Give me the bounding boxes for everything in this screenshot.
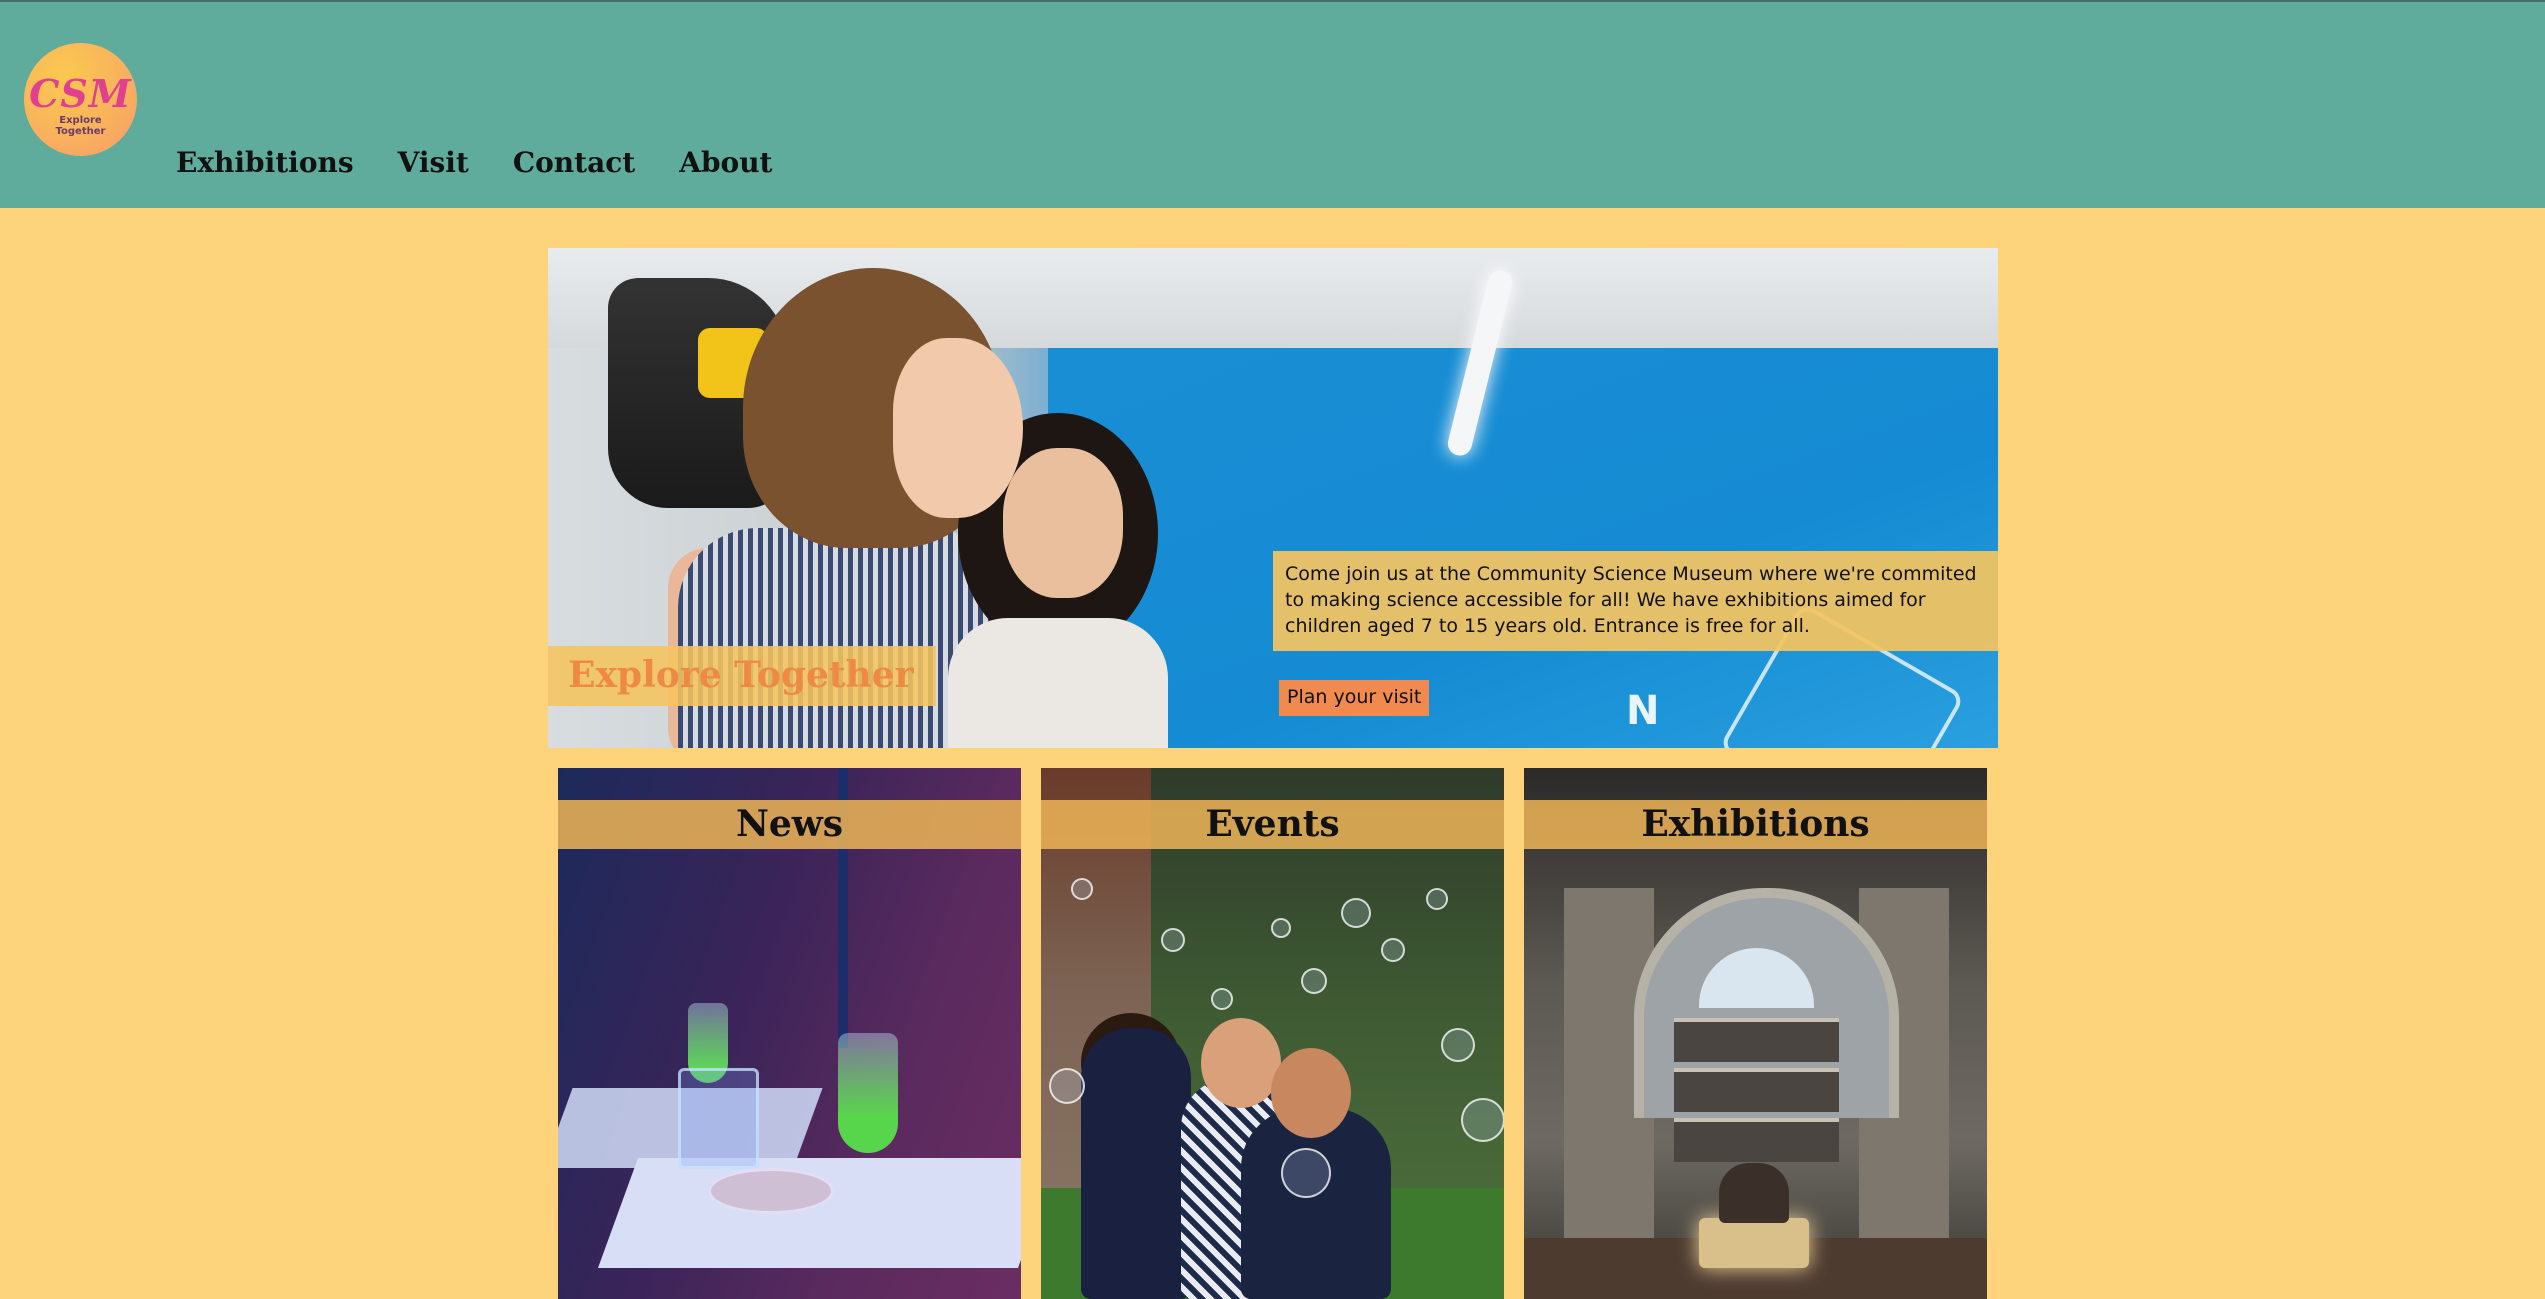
hero-description: Come join us at the Community Science Mu… xyxy=(1273,551,1998,651)
site-header: CSM Explore Together Exhibitions Visit C… xyxy=(0,0,2545,208)
nav-about[interactable]: About xyxy=(679,146,772,179)
exhibitions-card-title: Exhibitions xyxy=(1524,800,1987,849)
bubble-icon xyxy=(1461,1098,1504,1142)
bubble-icon xyxy=(1301,968,1327,994)
bubble-icon xyxy=(1381,938,1405,962)
bubble-icon xyxy=(1049,1068,1085,1104)
nav-exhibitions[interactable]: Exhibitions xyxy=(176,146,354,179)
main-nav: Exhibitions Visit Contact About xyxy=(176,146,773,179)
logo[interactable]: CSM Explore Together xyxy=(24,43,137,156)
exhibit-statue xyxy=(1719,1163,1789,1223)
person-b-body xyxy=(948,618,1168,748)
person-b-face xyxy=(1003,448,1123,598)
exhibit-pedestal xyxy=(1699,1218,1809,1268)
news-card[interactable]: News xyxy=(558,768,1021,1299)
events-card[interactable]: Events xyxy=(1041,768,1504,1299)
beaker-icon xyxy=(678,1068,759,1169)
exhibitions-card[interactable]: Exhibitions xyxy=(1524,768,1987,1299)
hero-tagline: Explore Together xyxy=(548,646,936,706)
bubble-icon xyxy=(1071,878,1093,900)
bubble-icon xyxy=(1271,918,1291,938)
hall-balcony xyxy=(1674,1118,1839,1162)
flask-icon xyxy=(838,1033,898,1153)
petri-dish-icon xyxy=(708,1168,834,1214)
bubble-icon xyxy=(1211,988,1233,1010)
nav-contact[interactable]: Contact xyxy=(513,146,635,179)
bubble-icon xyxy=(1341,898,1371,928)
bubble-icon xyxy=(1281,1148,1331,1198)
bubble-icon xyxy=(1441,1028,1475,1062)
bubble-icon xyxy=(1161,928,1185,952)
events-card-title: Events xyxy=(1041,800,1504,849)
person-a-face xyxy=(893,338,1023,518)
hall-balcony xyxy=(1674,1068,1839,1112)
child-head xyxy=(1271,1048,1351,1138)
logo-mark: CSM xyxy=(29,71,132,116)
molecule-letter: N xyxy=(1626,688,1660,734)
logo-tagline: Explore Together xyxy=(55,115,106,137)
child-head xyxy=(1201,1018,1281,1108)
hall-balcony xyxy=(1674,1018,1839,1062)
plan-visit-button[interactable]: Plan your visit xyxy=(1279,680,1430,716)
news-card-title: News xyxy=(558,800,1021,849)
hero-banner: N Explore Together Come join us at the C… xyxy=(548,248,1998,748)
nav-visit[interactable]: Visit xyxy=(398,146,469,179)
child-figure xyxy=(1081,1028,1191,1299)
bubble-icon xyxy=(1426,888,1448,910)
